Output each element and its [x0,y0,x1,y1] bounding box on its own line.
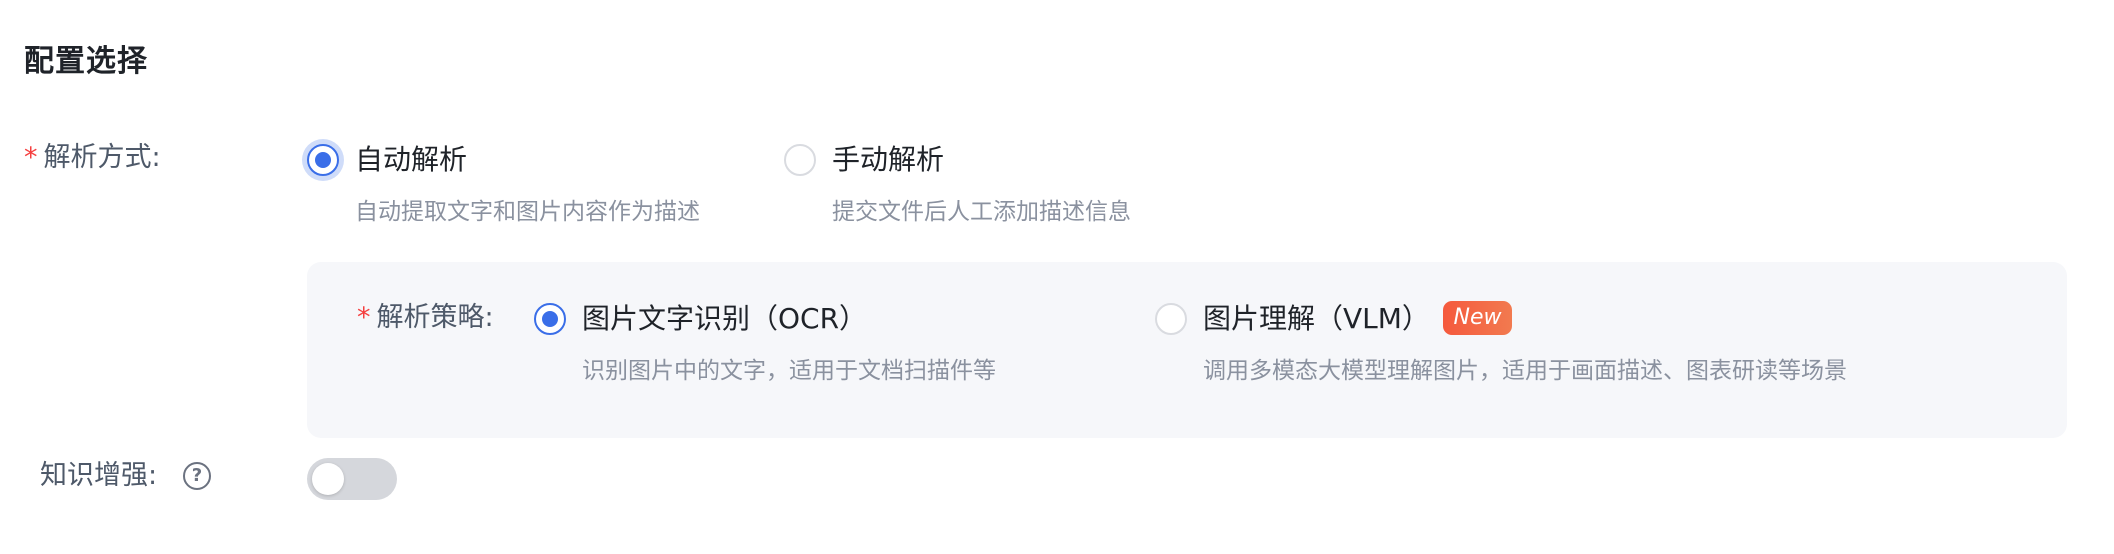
knowledge-enhance-toggle[interactable] [307,458,397,500]
parse-strategy-label: * 解析策略: [357,298,494,338]
question-circle-icon[interactable]: ? [183,462,211,490]
radio-manual-parse-description: 提交文件后人工添加描述信息 [832,199,1131,225]
knowledge-enhance-label: 知识增强: [40,460,158,491]
parse-mode-label: * 解析方式: [24,138,161,178]
strategy-panel [307,262,2067,438]
parse-strategy-label-text: 解析策略: [376,302,494,333]
toggle-knob [312,463,344,495]
radio-auto-parse-description: 自动提取文字和图片内容作为描述 [355,199,700,225]
new-badge: New [1443,301,1512,335]
radio-manual-parse-label[interactable]: 手动解析 [832,140,944,180]
radio-manual-parse-circle[interactable] [784,144,816,176]
radio-vlm-circle[interactable] [1155,303,1187,335]
radio-ocr-description: 识别图片中的文字，适用于文档扫描件等 [582,358,996,384]
radio-vlm-description: 调用多模态大模型理解图片，适用于画面描述、图表研读等场景 [1203,358,1847,384]
radio-ocr-label[interactable]: 图片文字识别（OCR） [582,299,867,339]
radio-auto-parse-circle[interactable] [307,144,339,176]
required-mark: * [24,142,38,173]
required-mark: * [357,302,371,333]
radio-vlm-label[interactable]: 图片理解（VLM） [1203,299,1430,339]
section-title: 配置选择 [24,44,148,79]
radio-ocr-circle[interactable] [534,303,566,335]
radio-auto-parse-label[interactable]: 自动解析 [355,140,467,180]
parse-mode-label-text: 解析方式: [43,142,161,173]
